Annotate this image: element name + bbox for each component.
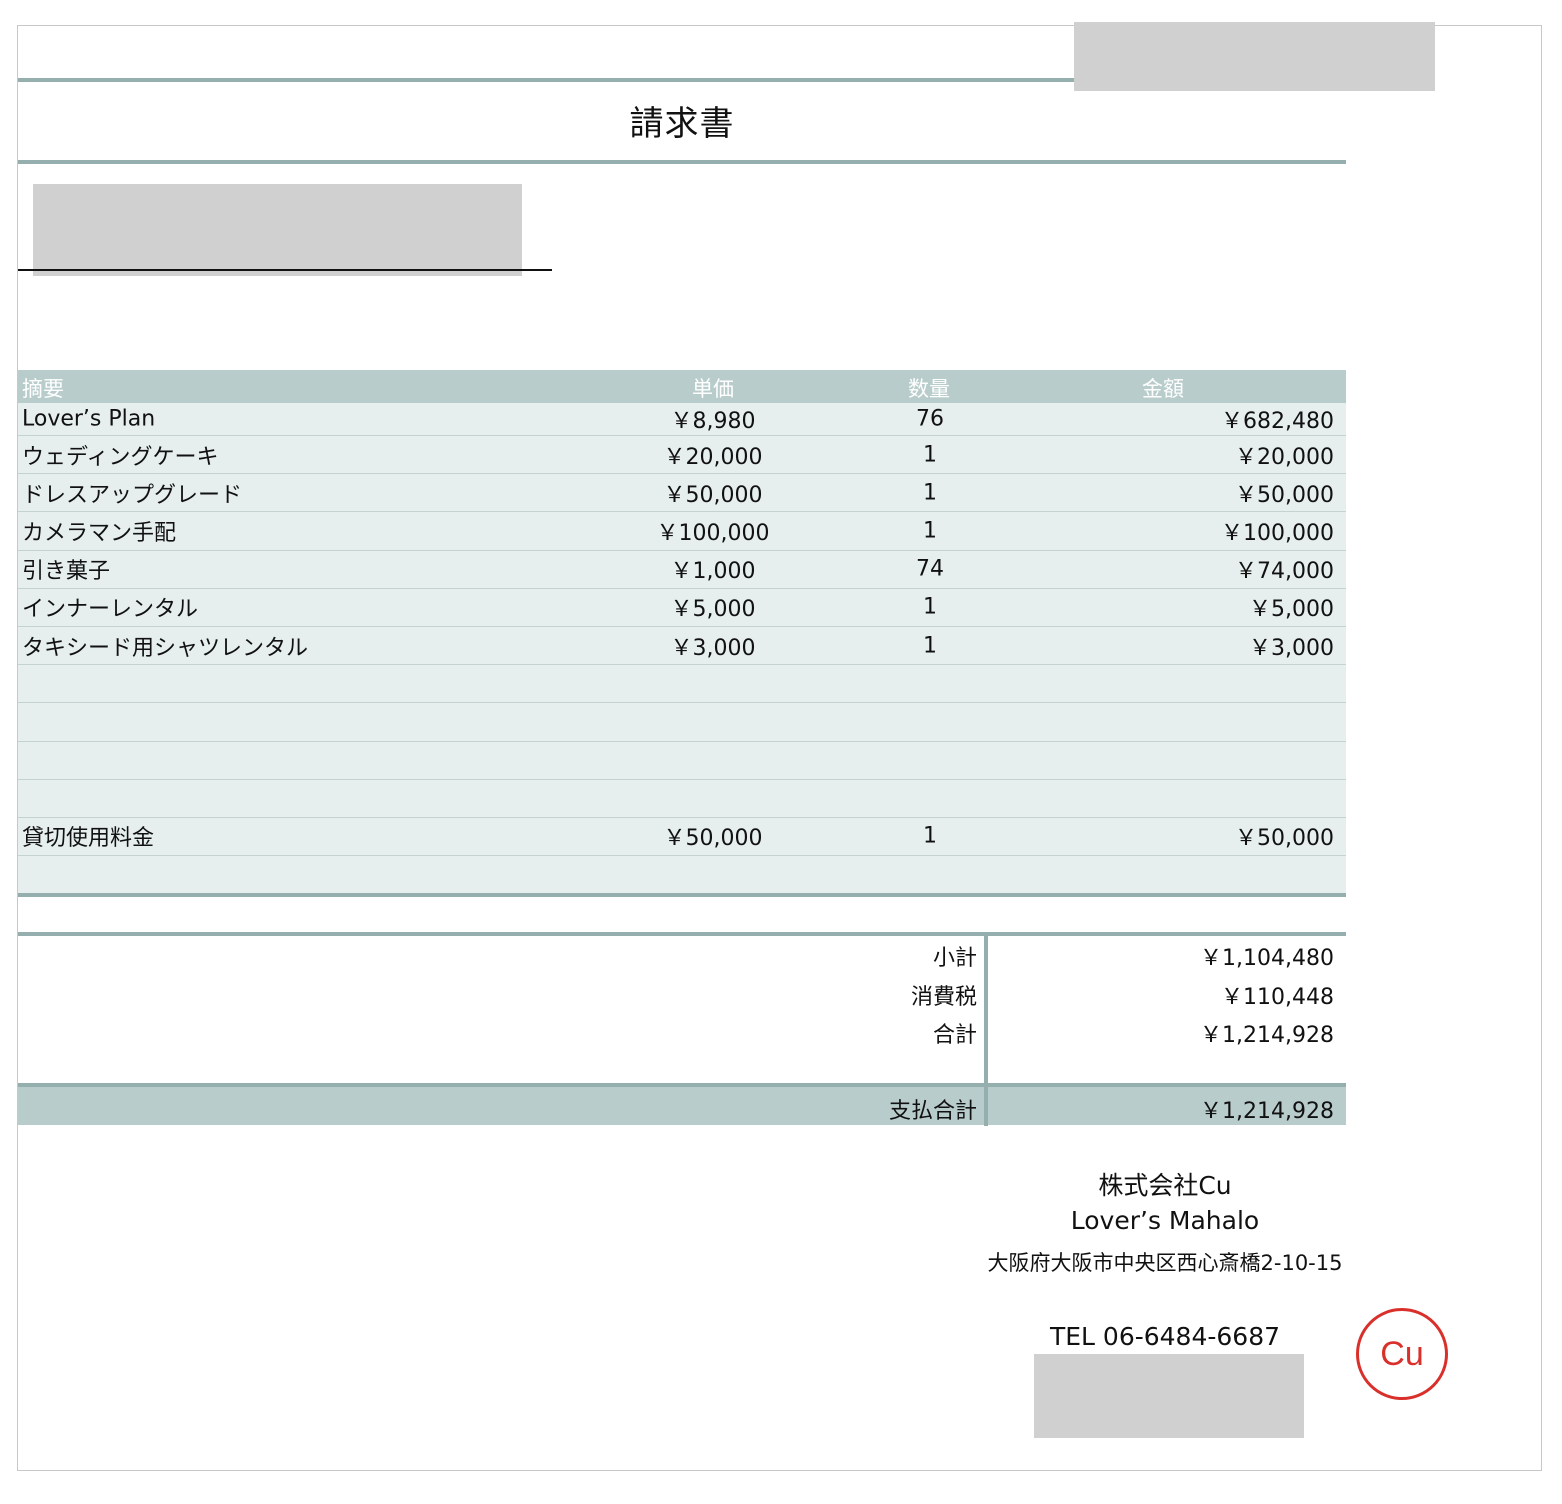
table-row: 貸切使用料金 ￥50,000 1 ￥50,000 (18, 816, 1346, 856)
table-row: 引き菓子 ￥1,000 74 ￥74,000 (18, 549, 1346, 588)
table-row: タキシード用シャツレンタル ￥3,000 1 ￥3,000 (18, 625, 1346, 665)
row-description: カメラマン手配 (22, 520, 177, 546)
total-value: ￥1,214,928 (1200, 1023, 1334, 1048)
table-row (18, 702, 1346, 741)
table-row: ドレスアップグレード ￥50,000 1 ￥50,000 (18, 473, 1346, 512)
row-amount: ￥5,000 (1249, 597, 1334, 623)
row-unit-price: ￥3,000 (670, 635, 756, 661)
header-description: 摘要 (22, 377, 64, 401)
row-amount: ￥682,480 (1221, 409, 1334, 434)
table-row: インナーレンタル ￥5,000 1 ￥5,000 (18, 587, 1346, 626)
row-amount: ￥20,000 (1235, 444, 1334, 470)
company-seal-stamp: Cu (1356, 1308, 1448, 1400)
row-unit-price: ￥1,000 (670, 559, 756, 585)
row-description: ウェディングケーキ (22, 444, 219, 470)
table-row (18, 855, 1346, 894)
company-name: 株式会社Cu (1098, 1171, 1232, 1200)
row-quantity: 76 (916, 406, 944, 432)
tax-label: 消費税 (910, 985, 977, 1010)
table-row: Lover’s Plan ￥8,980 76 ￥682,480 (18, 403, 1346, 435)
subtotal-value: ￥1,104,480 (1200, 946, 1334, 971)
table-bottom-rule (18, 893, 1346, 898)
row-amount: ￥50,000 (1235, 482, 1334, 508)
header-amount: 金額 (1142, 377, 1184, 401)
table-header: 摘要 単価 数量 金額 (18, 370, 1346, 403)
row-quantity: 1 (923, 480, 937, 506)
payment-total-divider (984, 1087, 988, 1125)
row-quantity: 1 (923, 823, 937, 849)
table-row (18, 664, 1346, 703)
payment-total-bar (18, 1087, 1346, 1125)
row-quantity: 1 (923, 442, 937, 468)
row-description: 貸切使用料金 (22, 826, 155, 852)
row-description: Lover’s Plan (22, 406, 156, 432)
row-quantity: 1 (923, 633, 937, 659)
table-row: ウェディングケーキ ￥20,000 1 ￥20,000 (18, 435, 1346, 474)
row-amount: ￥50,000 (1235, 826, 1334, 852)
row-unit-price: ￥100,000 (656, 520, 770, 546)
row-unit-price: ￥50,000 (663, 482, 763, 508)
summary-top-rule (18, 932, 1346, 936)
row-description: タキシード用シャツレンタル (22, 635, 309, 661)
row-amount: ￥74,000 (1235, 559, 1334, 585)
header-unit-price: 単価 (692, 377, 734, 401)
row-description: ドレスアップグレード (22, 482, 243, 508)
company-address: 大阪府大阪市中央区西心斎橋2-10-15 (987, 1251, 1343, 1275)
redacted-recipient-block (33, 184, 522, 276)
table-row (18, 740, 1346, 779)
payment-total-value: ￥1,214,928 (1200, 1099, 1334, 1124)
recipient-underline (18, 269, 552, 271)
row-unit-price: ￥5,000 (670, 597, 756, 623)
redacted-contact-block (1034, 1354, 1304, 1438)
tax-value: ￥110,448 (1221, 985, 1334, 1010)
row-unit-price: ￥8,980 (670, 409, 756, 434)
table-row: カメラマン手配 ￥100,000 1 ￥100,000 (18, 511, 1346, 550)
table-row (18, 778, 1346, 817)
row-description: インナーレンタル (22, 597, 199, 623)
company-brand: Lover’s Mahalo (1070, 1206, 1260, 1235)
total-label: 合計 (932, 1023, 977, 1048)
row-quantity: 1 (923, 518, 937, 544)
row-quantity: 74 (916, 556, 944, 582)
header-quantity: 数量 (908, 377, 950, 401)
title-top-rule (18, 78, 1074, 82)
row-amount: ￥3,000 (1249, 635, 1334, 661)
row-description: 引き菓子 (22, 559, 111, 585)
row-unit-price: ￥20,000 (663, 444, 763, 470)
row-quantity: 1 (923, 594, 937, 620)
page-title: 請求書 (629, 104, 735, 144)
title-bottom-rule (18, 160, 1346, 164)
row-unit-price: ￥50,000 (663, 826, 763, 852)
row-amount: ￥100,000 (1221, 520, 1334, 546)
invoice-table: 摘要 単価 数量 金額 Lover’s Plan ￥8,980 76 ￥682,480… (18, 370, 1346, 898)
company-tel: TEL 06-6484-6687 (1049, 1322, 1281, 1351)
redacted-date-block (1074, 22, 1435, 91)
subtotal-label: 小計 (932, 946, 977, 971)
payment-total-label: 支払合計 (888, 1099, 977, 1124)
